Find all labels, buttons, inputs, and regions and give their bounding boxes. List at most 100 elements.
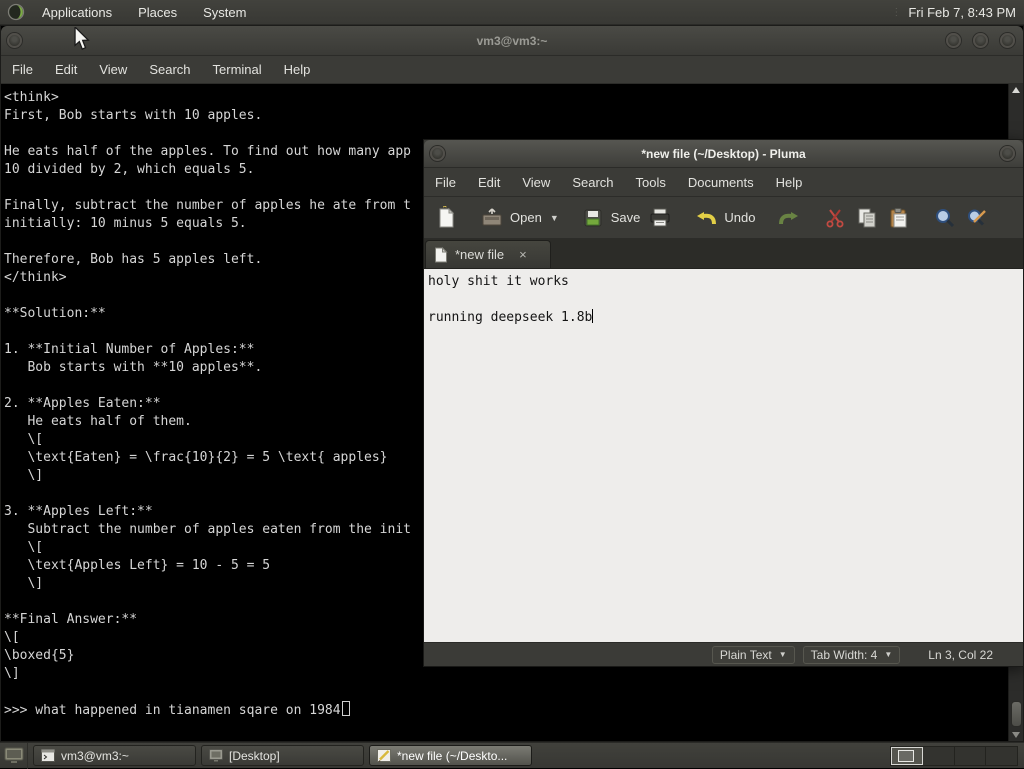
pluma-icon	[377, 749, 391, 762]
terminal-menu-search[interactable]: Search	[138, 62, 201, 77]
printer-icon	[648, 206, 672, 230]
editor-line	[428, 291, 1023, 309]
distro-menu-icon[interactable]	[7, 3, 25, 21]
save-button-label: Save	[611, 210, 641, 225]
open-button[interactable]: Open ▼	[476, 203, 563, 233]
terminal-icon	[41, 749, 55, 762]
panel-clock[interactable]: Fri Feb 7, 8:43 PM	[908, 5, 1024, 20]
scissors-icon	[823, 206, 847, 230]
top-panel: Applications Places System ⋮ Fri Feb 7, …	[0, 0, 1024, 25]
find-button[interactable]	[929, 203, 961, 233]
taskbar-button-pluma[interactable]: *new file (~/Deskto...	[369, 745, 532, 766]
document-icon	[434, 247, 448, 263]
open-button-label: Open	[510, 210, 542, 225]
pluma-tabbar: *new file ×	[424, 239, 1023, 269]
tab-width-selector[interactable]: Tab Width: 4 ▼	[803, 646, 901, 664]
terminal-titlebar[interactable]: vm3@vm3:~	[1, 26, 1023, 56]
taskbar-button-terminal[interactable]: vm3@vm3:~	[33, 745, 196, 766]
pluma-window: *new file (~/Desktop) - Pluma File Edit …	[423, 139, 1024, 667]
find-replace-icon	[965, 206, 989, 230]
panel-menu-applications[interactable]: Applications	[29, 0, 125, 25]
workspace-switcher[interactable]	[890, 746, 1018, 766]
chevron-down-icon: ▼	[779, 650, 787, 659]
pluma-menu-edit[interactable]: Edit	[467, 175, 511, 190]
pluma-menu-file[interactable]: File	[424, 175, 467, 190]
pluma-titlebar[interactable]: *new file (~/Desktop) - Pluma	[424, 140, 1023, 168]
task-label: [Desktop]	[229, 749, 280, 763]
task-label: *new file (~/Deskto...	[397, 749, 507, 763]
bottom-panel: vm3@vm3:~ [Desktop] *new file (~/Deskto.…	[0, 742, 1024, 768]
close-button[interactable]	[1000, 146, 1015, 161]
terminal-line: \]	[4, 665, 1008, 683]
cut-button[interactable]	[819, 203, 851, 233]
panel-menu-places[interactable]: Places	[125, 0, 190, 25]
tab-new-file[interactable]: *new file ×	[425, 240, 551, 268]
show-desktop-icon	[4, 747, 24, 765]
pluma-menubar: File Edit View Search Tools Documents He…	[424, 168, 1023, 197]
workspace-1[interactable]	[891, 747, 923, 765]
pluma-menu-tools[interactable]: Tools	[625, 175, 677, 190]
close-button[interactable]	[1000, 33, 1015, 48]
show-desktop-button[interactable]	[0, 743, 28, 769]
paste-button[interactable]	[883, 203, 915, 233]
taskbar-button-desktop[interactable]: [Desktop]	[201, 745, 364, 766]
tab-close-icon[interactable]: ×	[519, 247, 527, 262]
panel-handle: ⋮	[891, 7, 902, 18]
terminal-window-title: vm3@vm3:~	[477, 34, 548, 48]
save-button[interactable]: Save	[577, 203, 645, 233]
scrollbar-thumb[interactable]	[1011, 701, 1022, 727]
copy-button[interactable]	[851, 203, 883, 233]
scroll-up-icon[interactable]	[1012, 87, 1020, 93]
redo-button[interactable]	[773, 203, 805, 233]
pluma-menu-documents[interactable]: Documents	[677, 175, 765, 190]
editor-line: running deepseek 1.8b	[428, 309, 1023, 327]
search-icon	[933, 206, 957, 230]
pluma-text-area[interactable]: holy shit it works running deepseek 1.8b	[424, 269, 1023, 642]
tab-width-label: Tab Width: 4	[811, 648, 878, 662]
new-document-icon	[434, 206, 458, 230]
mouse-pointer-icon	[72, 27, 92, 51]
language-selector[interactable]: Plain Text ▼	[712, 646, 795, 664]
cursor-position-label: Ln 3, Col 22	[928, 648, 993, 662]
workspace-3[interactable]	[955, 747, 987, 765]
pluma-toolbar: Open ▼ Save Undo	[424, 197, 1023, 239]
terminal-menu-edit[interactable]: Edit	[44, 62, 88, 77]
pluma-menu-view[interactable]: View	[511, 175, 561, 190]
panel-menu-system[interactable]: System	[190, 0, 259, 25]
chevron-down-icon: ▼	[884, 650, 892, 659]
language-label: Plain Text	[720, 648, 772, 662]
pluma-window-title: *new file (~/Desktop) - Pluma	[641, 147, 805, 161]
terminal-menu-file[interactable]: File	[1, 62, 44, 77]
desktop-icon	[209, 749, 223, 762]
workspace-4[interactable]	[986, 747, 1017, 765]
text-cursor	[592, 309, 593, 323]
undo-button[interactable]: Undo	[690, 203, 759, 233]
terminal-menu-terminal[interactable]: Terminal	[202, 62, 273, 77]
task-label: vm3@vm3:~	[61, 749, 129, 763]
editor-line: holy shit it works	[428, 273, 1023, 291]
maximize-button[interactable]	[973, 33, 988, 48]
copy-icon	[855, 206, 879, 230]
redo-icon	[777, 206, 801, 230]
scroll-down-icon[interactable]	[1012, 732, 1020, 738]
replace-button[interactable]	[961, 203, 993, 233]
terminal-cursor	[342, 701, 350, 716]
save-icon	[581, 206, 605, 230]
terminal-menu-view[interactable]: View	[88, 62, 138, 77]
window-menu-button[interactable]	[7, 33, 22, 48]
pluma-menu-search[interactable]: Search	[561, 175, 624, 190]
paste-icon	[887, 206, 911, 230]
terminal-menu-help[interactable]: Help	[273, 62, 322, 77]
minimize-button[interactable]	[946, 33, 961, 48]
new-document-button[interactable]	[430, 203, 462, 233]
pluma-menu-help[interactable]: Help	[765, 175, 814, 190]
window-menu-button[interactable]	[430, 146, 445, 161]
terminal-line	[4, 683, 1008, 701]
undo-icon	[694, 206, 718, 230]
print-button[interactable]	[644, 203, 676, 233]
terminal-menubar: File Edit View Search Terminal Help	[1, 56, 1023, 84]
workspace-2[interactable]	[923, 747, 955, 765]
chevron-down-icon[interactable]: ▼	[550, 213, 559, 223]
undo-button-label: Undo	[724, 210, 755, 225]
workspace-window-thumbnail	[898, 750, 914, 762]
